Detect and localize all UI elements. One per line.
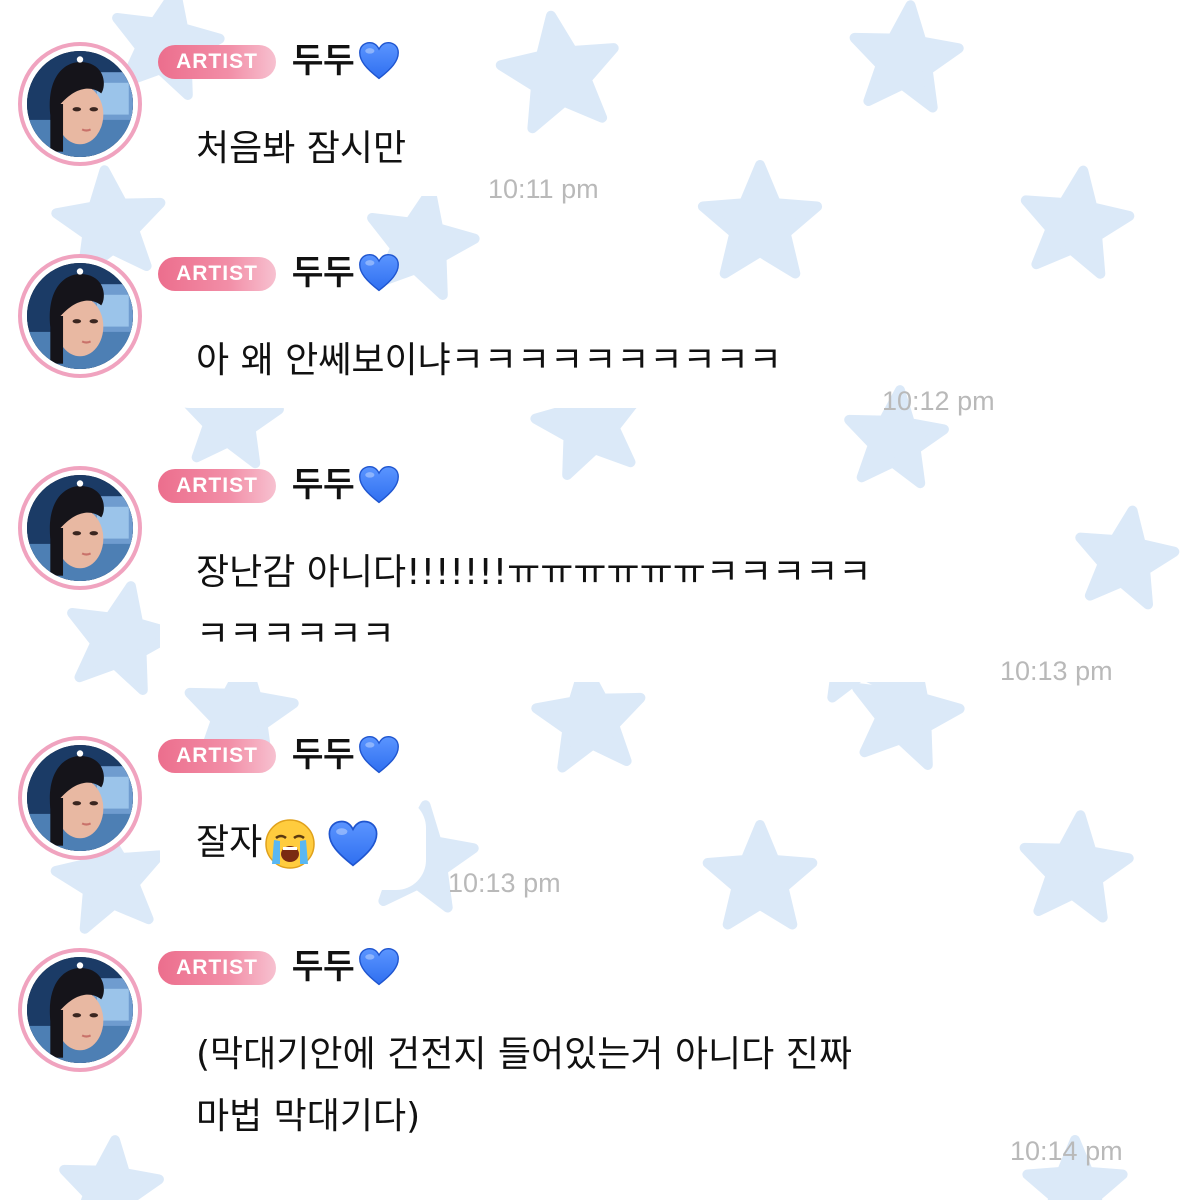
message-bubble: (막대기안에 건전지 들어있는거 아니다 진짜 마법 막대기다): [160, 1010, 980, 1164]
artist-badge: ARTIST: [158, 469, 276, 503]
blue-heart-icon: [357, 464, 401, 506]
timestamp: 10:14 pm: [1010, 1136, 1123, 1166]
message-text: ㅋㅋㅋㅋㅋㅋ: [196, 614, 395, 655]
blue-heart-icon: [357, 734, 401, 776]
avatar[interactable]: [18, 466, 142, 590]
avatar[interactable]: [18, 736, 142, 860]
message-text: (막대기안에 건전지 들어있는거 아니다 진짜: [196, 1034, 852, 1075]
sender-name: 두두: [292, 252, 401, 294]
timestamp: 10:13 pm: [1000, 656, 1113, 686]
star-decoration: [1075, 505, 1180, 610]
message-bubble: 장난감 아니다!!!!!!!ㅠㅠㅠㅠㅠㅠㅋㅋㅋㅋㅋ ㅋㅋㅋㅋㅋㅋ: [160, 528, 980, 682]
star-decoration: [495, 10, 619, 134]
artist-badge: ARTIST: [158, 257, 276, 291]
avatar[interactable]: [18, 42, 142, 166]
message-text: 잘자: [196, 812, 392, 874]
avatar[interactable]: [18, 254, 142, 378]
artist-badge: ARTIST: [158, 739, 276, 773]
artist-badge: ARTIST: [158, 951, 276, 985]
star-decoration: [1019, 810, 1134, 923]
star-decoration: [1020, 165, 1135, 279]
message-bubble: 처음봐 잠시만: [160, 104, 466, 196]
blue-heart-icon: [357, 946, 401, 988]
message-text: 장난감 아니다!!!!!!!ㅠㅠㅠㅠㅠㅠㅋㅋㅋㅋㅋ: [196, 552, 872, 593]
star-decoration: [697, 160, 823, 279]
message-bubble: 잘자: [160, 798, 426, 890]
artist-badge: ARTIST: [158, 45, 276, 79]
blue-heart-icon: [357, 252, 401, 294]
sender-name: 두두: [292, 464, 401, 506]
star-decoration: [849, 0, 964, 113]
timestamp: 10:12 pm: [882, 386, 995, 416]
blue-heart-icon: [357, 40, 401, 82]
sender-name: 두두: [292, 40, 401, 82]
star-decoration: [59, 1135, 164, 1200]
message-text: 마법 막대기다): [196, 1096, 421, 1137]
avatar[interactable]: [18, 948, 142, 1072]
message-text: 아 왜 안쎄보이냐ㅋㅋㅋㅋㅋㅋㅋㅋㅋㅋ: [196, 340, 782, 381]
timestamp: 10:13 pm: [448, 868, 561, 898]
sender-name: 두두: [292, 946, 401, 988]
sender-name: 두두: [292, 734, 401, 776]
loudly-crying-face-icon: [264, 818, 316, 870]
message-bubble: 아 왜 안쎄보이냐ㅋㅋㅋㅋㅋㅋㅋㅋㅋㅋ: [160, 316, 860, 408]
star-decoration: [702, 820, 818, 930]
timestamp: 10:11 pm: [488, 174, 599, 204]
message-text: 처음봐 잠시만: [196, 128, 407, 169]
blue-heart-icon: [326, 818, 380, 870]
